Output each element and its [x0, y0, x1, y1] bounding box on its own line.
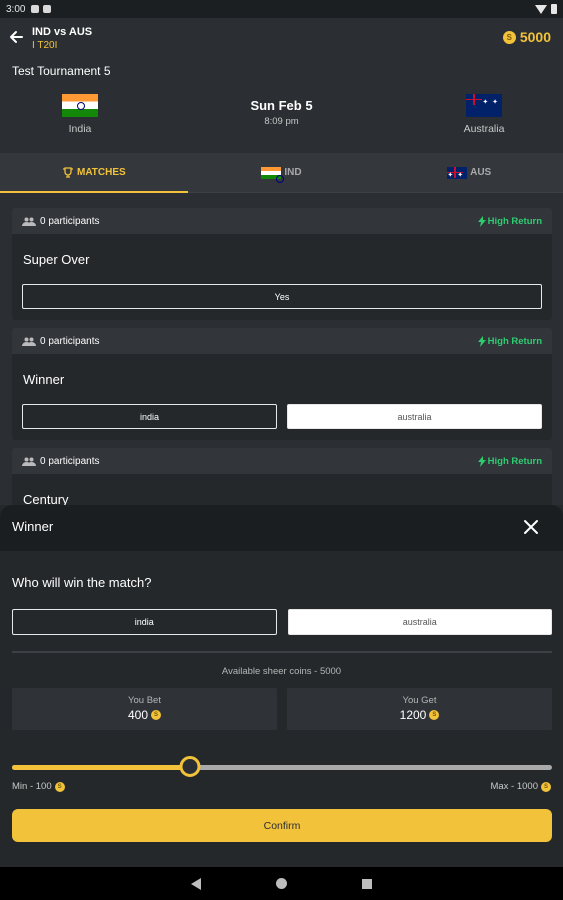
- tab-matches[interactable]: MATCHES: [0, 153, 188, 193]
- you-bet-box: You Bet 400 S: [12, 688, 277, 730]
- nav-home-icon[interactable]: [276, 878, 287, 889]
- card-header: 0 participants High Return: [12, 328, 552, 354]
- bolt-icon: [477, 335, 486, 347]
- high-return-label: High Return: [487, 455, 542, 467]
- high-return-badge: High Return: [477, 215, 542, 227]
- trophy-icon: [62, 166, 73, 178]
- coin-balance[interactable]: S 5000: [502, 29, 551, 45]
- high-return-badge: High Return: [477, 455, 542, 467]
- nav-back-icon[interactable]: [191, 877, 201, 890]
- tab-aus[interactable]: AUS: [375, 153, 563, 192]
- slider-thumb[interactable]: [179, 756, 201, 777]
- sheet-header: Winner: [0, 505, 563, 551]
- nav-recents-icon[interactable]: [362, 878, 372, 889]
- wifi-icon: [535, 4, 547, 14]
- slider-track: [12, 765, 552, 770]
- you-bet-value: 400: [127, 708, 149, 722]
- tab-ind[interactable]: IND: [188, 153, 376, 192]
- high-return-label: High Return: [487, 215, 542, 227]
- status-icons: [535, 4, 557, 14]
- bolt-icon: [477, 215, 486, 227]
- notification-icon: [31, 5, 40, 13]
- people-icon: [22, 337, 36, 346]
- sheet-option-india[interactable]: india: [12, 609, 277, 635]
- sheet-question: Who will win the match?: [12, 575, 152, 590]
- match-format: I T20I: [32, 40, 58, 51]
- high-return-badge: High Return: [477, 335, 542, 347]
- sheet-title: Winner: [12, 519, 54, 534]
- bet-bottom-sheet: Winner Who will win the match? india aus…: [0, 505, 563, 867]
- tab-ind-label: IND: [284, 167, 302, 178]
- australia-flag-icon: [447, 166, 468, 179]
- participants-count: 0 participants: [40, 455, 100, 467]
- slider-max: Max - 1000 S: [490, 781, 551, 792]
- question-card-winner: 0 participants High Return Winner india …: [12, 328, 552, 440]
- close-icon[interactable]: [523, 519, 539, 535]
- people-icon: [22, 217, 36, 226]
- card-question: Super Over: [23, 252, 90, 267]
- bolt-icon: [477, 455, 486, 467]
- people-icon: [22, 457, 36, 466]
- slider-min-label: Min - 100: [12, 781, 52, 792]
- tab-matches-label: MATCHES: [76, 167, 126, 178]
- card-header: 0 participants High Return: [12, 208, 552, 234]
- australia-flag-icon: [466, 94, 502, 117]
- back-arrow-icon[interactable]: [8, 29, 24, 45]
- coin-icon: S: [54, 781, 65, 792]
- card-header: 0 participants High Return: [12, 448, 552, 474]
- team-right-name: Australia: [463, 123, 505, 135]
- participants-count: 0 participants: [40, 335, 100, 347]
- confirm-button[interactable]: Confirm: [12, 809, 552, 842]
- slider-max-label: Max - 1000: [490, 781, 538, 792]
- you-get-amount: 1200 S: [287, 708, 552, 722]
- status-bar: 3:00: [0, 0, 563, 18]
- slider-min: Min - 100 S: [12, 781, 65, 792]
- match-title: IND vs AUS: [32, 26, 93, 38]
- question-card-super-over: 0 participants High Return Super Over Ye…: [12, 208, 552, 320]
- you-get-box: You Get 1200 S: [287, 688, 552, 730]
- option-row: india australia: [12, 404, 552, 429]
- option-yes[interactable]: Yes: [22, 284, 542, 309]
- sheet-options: india australia: [12, 609, 552, 635]
- card-question: Winner: [23, 372, 65, 387]
- team-right: Australia: [444, 94, 524, 135]
- india-flag-icon: [261, 166, 285, 183]
- divider: [12, 651, 552, 653]
- status-time: 3:00: [6, 3, 26, 15]
- system-nav-bar: [0, 867, 563, 900]
- coin-balance-value: 5000: [519, 29, 551, 45]
- you-bet-label: You Bet: [128, 695, 161, 706]
- battery-icon: [551, 4, 557, 14]
- app-screen: 3:00 IND vs AUS I T20I S 5000 Test Tourn…: [0, 0, 563, 900]
- coin-icon: S: [502, 30, 516, 44]
- option-australia[interactable]: australia: [287, 404, 542, 429]
- coin-icon: S: [541, 781, 551, 792]
- tab-aus-label: AUS: [470, 167, 492, 178]
- you-get-label: You Get: [402, 695, 437, 706]
- participants-count: 0 participants: [40, 215, 100, 227]
- available-coins: Available sheer coins - 5000: [221, 666, 342, 677]
- you-bet-amount: 400 S: [12, 708, 277, 722]
- tournament-name: Test Tournament 5: [12, 64, 111, 78]
- option-row: Yes: [12, 284, 552, 309]
- sheet-option-australia[interactable]: australia: [287, 609, 552, 635]
- bet-amount-slider[interactable]: [12, 756, 552, 777]
- coin-icon: S: [151, 710, 162, 720]
- match-header: IND vs AUS I T20I S 5000 Test Tournament…: [0, 18, 563, 153]
- slider-fill: [12, 765, 190, 770]
- notification-icon-2: [43, 5, 52, 13]
- tab-bar: MATCHES IND AUS: [0, 153, 563, 193]
- coin-icon: S: [429, 710, 440, 720]
- you-get-value: 1200: [399, 708, 427, 722]
- option-india[interactable]: india: [22, 404, 277, 429]
- high-return-label: High Return: [487, 335, 542, 347]
